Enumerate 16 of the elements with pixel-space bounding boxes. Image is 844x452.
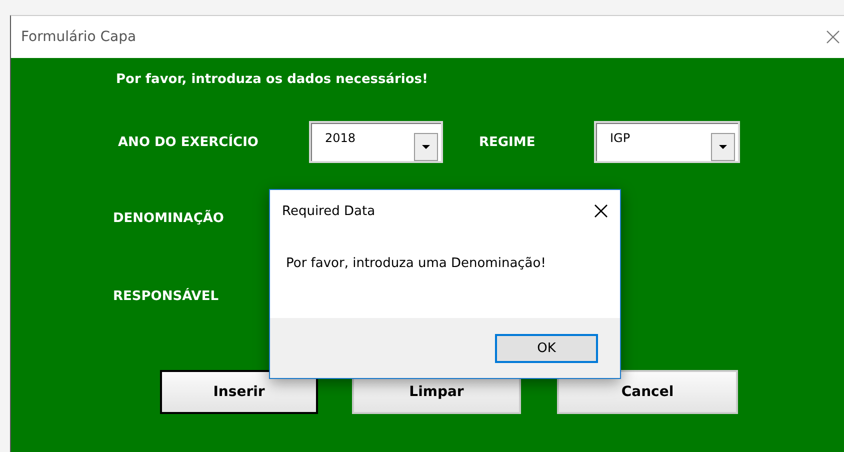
year-dropdown[interactable]: 2018 <box>309 121 443 163</box>
caret-icon <box>719 145 727 149</box>
dialog-title: Required Data <box>282 204 376 218</box>
ok-button[interactable]: OK <box>495 334 598 362</box>
caret-icon <box>422 145 430 149</box>
regime-dropdown[interactable]: IGP <box>594 121 740 163</box>
field-label: RESPONSÁVEL <box>113 289 218 304</box>
regime-label: REGIME <box>479 134 536 150</box>
year-label: ANO DO EXERCÍCIO <box>118 134 260 150</box>
form-heading: Por favor, introduza os dados necessários! <box>116 72 428 87</box>
dialog-message: Por favor, introduza uma Denominação! <box>286 256 547 271</box>
close-icon[interactable] <box>594 204 608 218</box>
form-button[interactable]: Cancel <box>557 370 738 414</box>
form-button[interactable]: Inserir <box>160 370 318 414</box>
field-label: DENOMINAÇÃO <box>113 211 224 226</box>
window-title: Formulário Capa <box>21 29 136 45</box>
